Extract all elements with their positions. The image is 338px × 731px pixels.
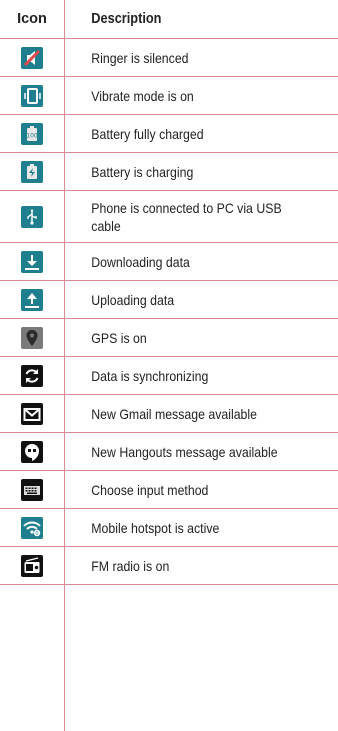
table-header: Icon Description [0,0,338,39]
row-description: Downloading data [91,253,190,270]
hangouts-icon [21,440,43,463]
row-description: Battery is charging [91,163,194,180]
table-row: Downloading data [0,243,338,281]
row-description: Battery fully charged [91,125,204,142]
row-description: Vibrate mode is on [91,87,194,104]
row-description: GPS is on [91,329,147,346]
header-description: Description [91,11,162,27]
table-row: Battery is charging [0,153,338,191]
battery-full-icon: 100 [21,122,43,145]
table-row: 0 Mobile hotspot is active [0,509,338,547]
row-description: Choose input method [91,481,209,498]
svg-text:0: 0 [35,531,38,537]
sync-icon [21,364,43,387]
row-description: Phone is connected to PC via USB cable [91,199,282,234]
vibrate-icon [21,84,43,107]
usb-icon [21,205,43,228]
table-row: Uploading data [0,281,338,319]
battery-charging-icon [21,160,43,183]
table-row: Vibrate mode is on [0,77,338,115]
hotspot-icon: 0 [21,516,43,539]
gps-icon [21,326,43,349]
gmail-icon [21,402,43,425]
row-description: Uploading data [91,291,175,308]
row-description: Mobile hotspot is active [91,519,220,536]
svg-text:100: 100 [26,132,38,139]
row-description: Data is synchronizing [91,367,209,384]
table-row: GPS is on [0,319,338,357]
keyboard-icon [21,478,43,501]
row-description: Ringer is silenced [91,49,189,66]
table-row: FM radio is on [0,547,338,585]
fm-radio-icon [21,554,43,577]
row-description: New Gmail message available [91,405,257,422]
table-row: Ringer is silenced [0,39,338,77]
table-row: New Hangouts message available [0,433,338,471]
table-row: Choose input method [0,471,338,509]
header-icon: Icon [17,11,47,27]
row-description: FM radio is on [91,557,170,574]
upload-icon [21,288,43,311]
ringer-silenced-icon [21,46,43,69]
table-row: Data is synchronizing [0,357,338,395]
download-icon [21,250,43,273]
table-row: New Gmail message available [0,395,338,433]
table-row: Phone is connected to PC via USB cable [0,191,338,243]
status-icon-table: Icon Description Ringer is silenced Vibr… [0,0,338,585]
row-description: New Hangouts message available [91,443,278,460]
table-row: 100 Battery fully charged [0,115,338,153]
